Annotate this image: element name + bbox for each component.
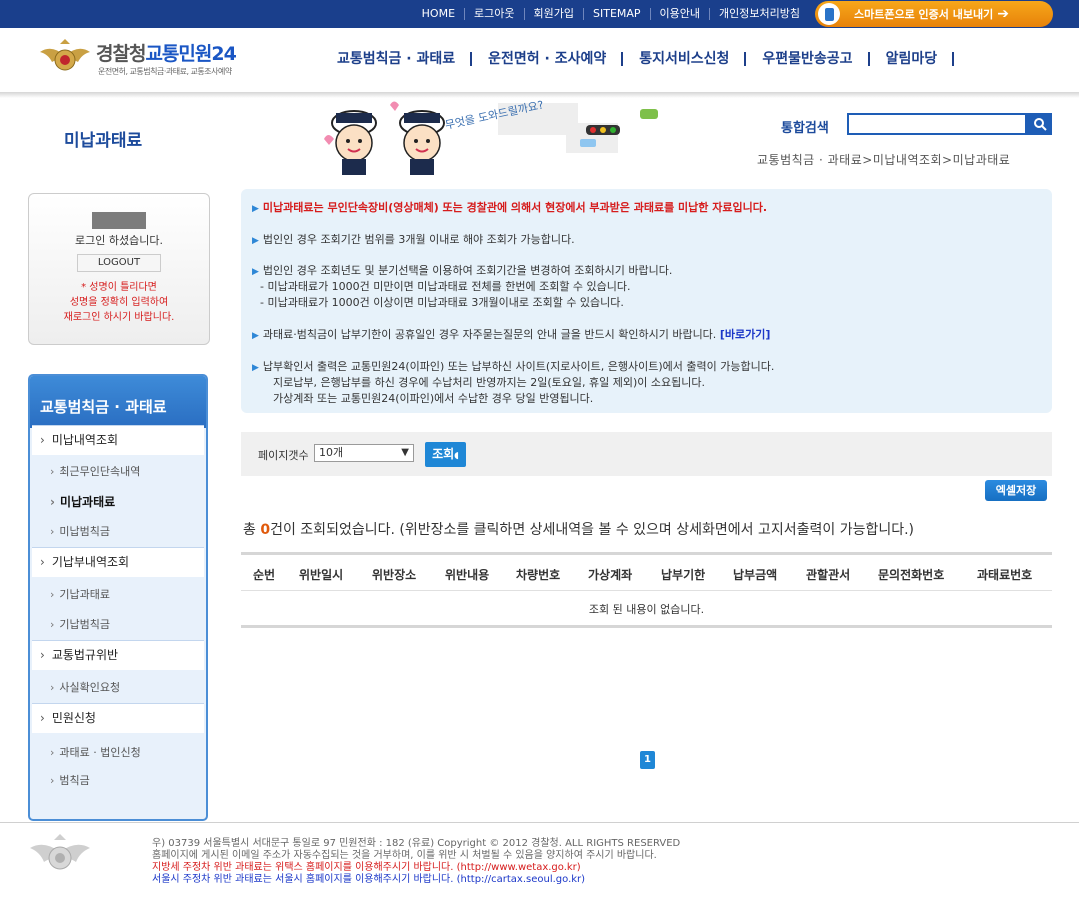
info-box: ▶ 미납과태료는 무인단속장비(영상매체) 또는 경찰관에 의해서 현장에서 부과… <box>241 189 1052 413</box>
site-logo[interactable]: 경찰청교통민원24 운전면허, 교통범칙금·과태료, 교통조사예약 <box>38 38 268 78</box>
col-contact-phone: 문의전화번호 <box>878 568 945 582</box>
info-line-5: ▶ 납부확인서 출력은 교통민원24(이파인) 또는 납부하신 사이트(지로사이트… <box>252 360 775 373</box>
info-line-5a: 지로납부, 은행납부를 하신 경우에 수납처리 반영까지는 2일(토요일, 휴일… <box>273 376 705 389</box>
nav-returned-mail[interactable]: 우편물반송공고 <box>762 52 870 66</box>
faq-shortcut-link[interactable]: [바로가기] <box>720 328 771 341</box>
chevron-down-icon: ▼ <box>401 447 409 458</box>
breadcrumb: 교통범칙금 · 과태료>미납내역조회>미납과태료 <box>757 153 1011 167</box>
nav-notification[interactable]: 통지서비스신청 <box>639 52 747 66</box>
top-links: HOME 로그아웃 회원가입 SITEMAP 이용안내 개인정보처리방침 <box>413 0 809 28</box>
col-jurisdiction: 관할관서 <box>806 568 851 582</box>
col-violation-content: 위반내용 <box>445 568 490 582</box>
arrow-right-icon: ➔ <box>997 6 1009 22</box>
login-message: 로그인 하셨습니다. <box>75 234 163 247</box>
info-line-3a: - 미납과태료가 1000건 미만이면 미납과태료 전체를 한번에 조회할 수 … <box>260 280 631 293</box>
top-link-privacy[interactable]: 개인정보처리방침 <box>709 8 809 20</box>
col-seq: 순번 <box>253 568 276 582</box>
triangle-bullet-icon: ▶ <box>252 236 259 246</box>
sidebar-item-penalty[interactable]: 범칙금 <box>32 770 204 792</box>
search-input[interactable] <box>847 113 1027 135</box>
login-warning: * 성명이 틀리다면 성명을 정확히 입력하여 재로그인 하시기 바랍니다. <box>63 282 175 323</box>
police-emblem-footer-icon <box>30 834 90 870</box>
filter-bar: 페이지갯수 10개 ▼ 조회◖ <box>241 432 1052 476</box>
page-size-select[interactable]: 10개 ▼ <box>314 444 414 462</box>
col-fine-number: 과태료번호 <box>977 568 1033 582</box>
triangle-bullet-icon: ▶ <box>252 204 259 214</box>
sidebar-item-recent-enforcement[interactable]: 최근무인단속내역 <box>32 461 204 483</box>
sidebar-item-paid-inquiry[interactable]: 기납부내역조회 <box>32 547 204 577</box>
sidebar-item-corporate-request[interactable]: 과태료 · 법인신청 <box>32 742 204 764</box>
sidebar-item-unpaid-penalty[interactable]: 미납범칙금 <box>32 521 204 543</box>
top-link-join[interactable]: 회원가입 <box>523 8 583 20</box>
smartphone-cert-export-button[interactable]: 스마트폰으로 인증서 내보내기 ➔ <box>815 1 1053 27</box>
triangle-bullet-icon: ▶ <box>252 363 259 373</box>
search-submit-button[interactable]: 조회◖ <box>425 442 466 467</box>
nav-license[interactable]: 운전면허 · 조사예약 <box>488 52 624 66</box>
search-label: 통합검색 <box>781 121 829 136</box>
top-link-logout[interactable]: 로그아웃 <box>464 8 523 20</box>
col-virtual-account: 가상계좌 <box>588 568 633 582</box>
result-count-number: 0 <box>260 522 271 538</box>
col-amount: 납부금액 <box>733 568 778 582</box>
top-link-sitemap[interactable]: SITEMAP <box>583 8 650 20</box>
magnifier-icon: ◖ <box>454 451 459 461</box>
sidebar-item-fact-check[interactable]: 사실확인요청 <box>32 677 204 699</box>
logo-title: 경찰청교통민원24 <box>96 43 237 65</box>
login-box: 로그인 하셨습니다. LOGOUT * 성명이 틀리다면 성명을 정확히 입력하… <box>28 193 210 345</box>
top-link-guide[interactable]: 이용안내 <box>649 8 709 20</box>
police-mascot-illustration: 무엇을 도와드릴까요? <box>324 98 658 175</box>
col-vehicle-number: 차량번호 <box>516 568 561 582</box>
sidebar-item-paid-fines[interactable]: 기납과태료 <box>32 584 204 606</box>
sidebar-item-unpaid-inquiry[interactable]: 미납내역조회 <box>32 425 204 455</box>
info-line-1: ▶ 미납과태료는 무인단속장비(영상매체) 또는 경찰관에 의해서 현장에서 부과… <box>252 201 768 214</box>
logo-subtitle: 운전면허, 교통범칙금·과태료, 교통조사예약 <box>98 67 232 76</box>
excel-save-button[interactable]: 엑셀저장 <box>985 480 1047 501</box>
col-due-date: 납부기한 <box>661 568 706 582</box>
nav-notice[interactable]: 알림마당 <box>886 52 955 66</box>
logout-button[interactable]: LOGOUT <box>77 254 161 272</box>
sidebar-item-traffic-violation[interactable]: 교통법규위반 <box>32 640 204 670</box>
smart-button-label: 스마트폰으로 인증서 내보내기 <box>854 8 994 21</box>
triangle-bullet-icon: ▶ <box>252 331 259 341</box>
info-line-3: ▶ 법인인 경우 조회년도 및 분기선택을 이용하여 조회기간을 변경하여 조회하… <box>252 264 673 277</box>
info-line-2: ▶ 법인인 경우 조회기간 범위를 3개월 이내로 해야 조회가 가능합니다. <box>252 233 575 246</box>
col-violation-place: 위반장소 <box>372 568 417 582</box>
user-name-masked <box>92 212 146 229</box>
police-badge-icon <box>40 39 90 71</box>
main-nav: 교통범칙금 · 과태료 운전면허 · 조사예약 통지서비스신청 우편물반송공고 … <box>337 52 970 66</box>
sidebar-item-civil-request[interactable]: 민원신청 <box>32 703 204 733</box>
triangle-bullet-icon: ▶ <box>252 267 259 277</box>
table-empty-row: 조회 된 내용이 없습니다. <box>241 591 1052 628</box>
info-line-4: ▶ 과태료·범칙금이 납부기한이 공휴일인 경우 자주묻는질문의 안내 글을 반드… <box>252 328 771 341</box>
result-count: 총 0건이 조회되었습니다. (위반장소를 클릭하면 상세내역을 볼 수 있으며… <box>243 522 915 538</box>
top-bar: HOME 로그아웃 회원가입 SITEMAP 이용안내 개인정보처리방침 스마트… <box>0 0 1079 28</box>
footer-wetax-notice[interactable]: 지방세 주정차 위반 과태료는 위택스 홈페이지를 이용해주시기 바랍니다. (… <box>152 862 680 874</box>
smartphone-icon <box>818 3 840 25</box>
footer-seoul-notice[interactable]: 서울시 주정차 위반 과태료는 서울시 홈페이지를 이용해주시기 바랍니다. (… <box>152 874 680 886</box>
table-header: 순번 위반일시 위반장소 위반내용 차량번호 가상계좌 납부기한 납부금액 관할… <box>241 552 1052 591</box>
pagination-page-1[interactable]: 1 <box>640 751 655 769</box>
nav-fines[interactable]: 교통범칙금 · 과태료 <box>337 52 473 66</box>
info-line-3b: - 미납과태료가 1000건 이상이면 미납과태료 3개월이내로 조회할 수 있… <box>260 296 624 309</box>
col-violation-date: 위반일시 <box>299 568 344 582</box>
site-header: 경찰청교통민원24 운전면허, 교통범칙금·과태료, 교통조사예약 교통범칙금 … <box>0 28 1079 94</box>
search-button[interactable] <box>1027 113 1052 135</box>
footer-notice: 홈페이지에 게시된 이메일 주소가 자동수집되는 것을 거부하며, 이를 위반 … <box>152 850 657 861</box>
footer-address: 우) 03739 서울특별시 서대문구 통일로 97 민원전화 : 182 (유… <box>152 838 681 849</box>
footer-divider <box>0 822 1079 823</box>
footer-text: 우) 03739 서울특별시 서대문구 통일로 97 민원전화 : 182 (유… <box>152 838 680 886</box>
sidebar-item-paid-penalty[interactable]: 기납범칙금 <box>32 614 204 636</box>
search-icon <box>1033 118 1047 131</box>
results-table: 순번 위반일시 위반장소 위반내용 차량번호 가상계좌 납부기한 납부금액 관할… <box>241 552 1052 628</box>
sidebar-title: 교통범칙금 · 과태료 <box>30 376 206 428</box>
info-line-5b: 가상계좌 또는 교통민원24(이파인)에서 수납한 경우 당일 반영됩니다. <box>273 392 594 405</box>
sidebar-item-unpaid-fines[interactable]: 미납과태료 <box>32 491 204 513</box>
page-title: 미납과태료 <box>64 131 143 151</box>
top-link-home[interactable]: HOME <box>413 8 464 20</box>
page-size-label: 페이지갯수 <box>258 449 309 462</box>
